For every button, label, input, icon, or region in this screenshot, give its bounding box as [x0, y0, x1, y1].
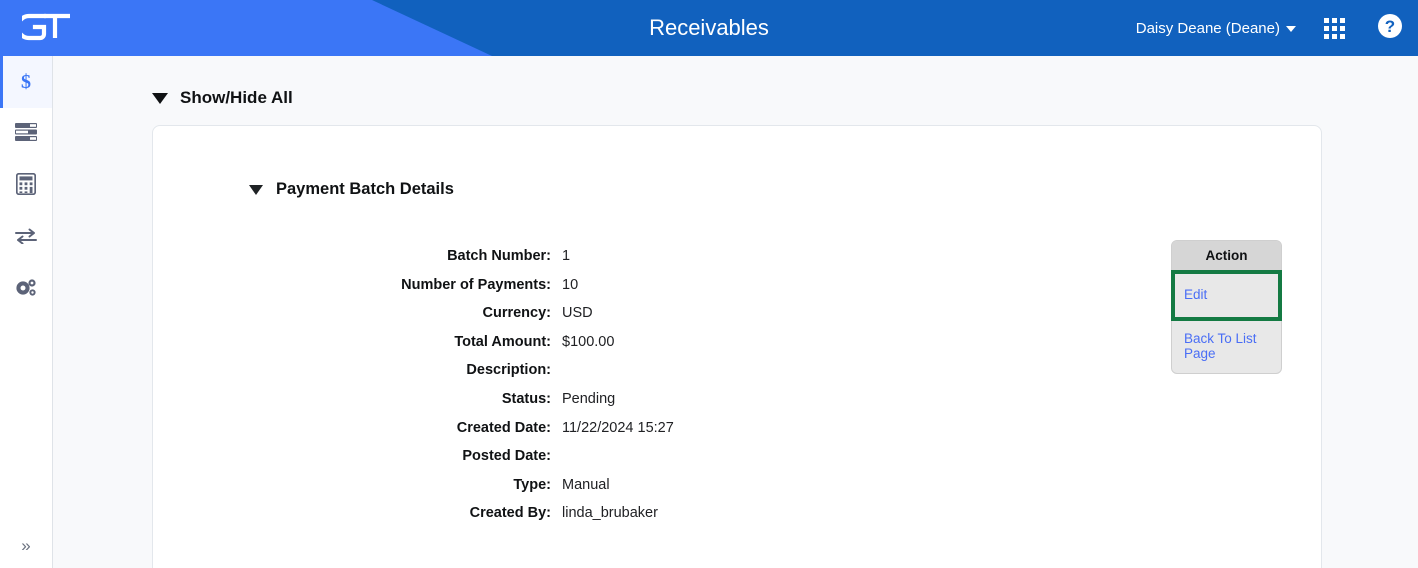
action-panel-header: Action	[1172, 241, 1281, 270]
top-bar-actions: Daisy Deane (Deane) ?	[1126, 0, 1418, 56]
back-to-list-page-link[interactable]: Back To List Page	[1172, 321, 1281, 373]
payment-batch-card: Payment Batch Details Batch Number: 1 Nu…	[152, 125, 1322, 568]
svg-text:?: ?	[1385, 17, 1395, 36]
field-value: 10	[562, 276, 579, 293]
field-row-status: Status: Pending	[153, 391, 1053, 420]
field-value: linda_brubaker	[562, 505, 658, 522]
page-body: Show/Hide All Payment Batch Details Batc…	[53, 56, 1418, 568]
field-value: Manual	[562, 476, 610, 493]
chevron-down-icon	[1286, 26, 1296, 32]
sidebar-item-receivables[interactable]: $	[0, 56, 52, 108]
sidebar-item-ledger[interactable]	[0, 108, 52, 160]
sidebar-item-transfers[interactable]	[0, 212, 52, 264]
show-hide-all-toggle[interactable]: Show/Hide All	[152, 88, 293, 108]
field-row-created-date: Created Date: 11/22/2024 15:27	[153, 420, 1053, 449]
field-row-currency: Currency: USD	[153, 305, 1053, 334]
field-label: Created Date:	[456, 419, 551, 436]
dollar-icon: $	[21, 70, 31, 93]
field-row-created-by: Created By: linda_brubaker	[153, 505, 1053, 534]
user-menu[interactable]: Daisy Deane (Deane)	[1126, 20, 1306, 37]
apps-grid-button[interactable]	[1306, 0, 1362, 56]
payment-batch-details-toggle[interactable]: Payment Batch Details	[249, 180, 454, 199]
calculator-icon	[15, 172, 37, 200]
payment-batch-fields: Batch Number: 1 Number of Payments: 10 C…	[153, 248, 1053, 534]
gt-logo[interactable]	[15, 10, 82, 44]
field-label: Currency:	[482, 305, 552, 322]
field-row-description: Description:	[153, 362, 1053, 391]
help-button[interactable]: ?	[1362, 0, 1418, 56]
field-label: Total Amount:	[454, 333, 551, 350]
sidebar-item-settings[interactable]	[0, 264, 52, 316]
apps-grid-icon	[1323, 17, 1345, 39]
field-row-number-of-payments: Number of Payments: 10	[153, 277, 1053, 306]
field-row-batch-number: Batch Number: 1	[153, 248, 1053, 277]
user-menu-label: Daisy Deane (Deane)	[1135, 19, 1280, 37]
triangle-down-icon	[249, 184, 263, 195]
field-label: Batch Number:	[447, 248, 551, 264]
field-row-total-amount: Total Amount: $100.00	[153, 334, 1053, 363]
field-label: Number of Payments:	[401, 276, 551, 293]
help-circle-icon: ?	[1377, 13, 1403, 44]
list-rows-icon	[15, 122, 37, 146]
field-value: Pending	[562, 390, 616, 407]
field-label: Type:	[513, 476, 551, 493]
sidebar-item-calculator[interactable]	[0, 160, 52, 212]
field-value: 1	[562, 248, 571, 264]
sidebar: $ »	[0, 56, 53, 568]
edit-link[interactable]: Edit	[1175, 274, 1278, 317]
action-panel: Action Edit Back To List Page	[1171, 240, 1282, 374]
section-title: Payment Batch Details	[276, 180, 454, 198]
transfer-arrows-icon	[14, 228, 38, 249]
field-value: USD	[562, 305, 593, 322]
field-label: Created By:	[469, 505, 551, 522]
field-label: Posted Date:	[462, 448, 551, 465]
top-bar: Receivables Daisy Deane (Deane) ?	[0, 0, 1418, 56]
sidebar-expand-button[interactable]: »	[0, 530, 52, 562]
field-row-posted-date: Posted Date:	[153, 448, 1053, 477]
action-item-edit-highlight: Edit	[1171, 270, 1282, 321]
field-value: 11/22/2024 15:27	[562, 419, 674, 436]
gears-icon	[14, 277, 38, 304]
triangle-down-icon	[152, 92, 168, 104]
field-label: Status:	[501, 390, 551, 407]
show-hide-all-label: Show/Hide All	[180, 88, 293, 107]
field-row-type: Type: Manual	[153, 477, 1053, 506]
field-value: $100.00	[562, 333, 615, 350]
chevron-double-right-icon: »	[21, 536, 31, 555]
field-label: Description:	[466, 362, 551, 379]
